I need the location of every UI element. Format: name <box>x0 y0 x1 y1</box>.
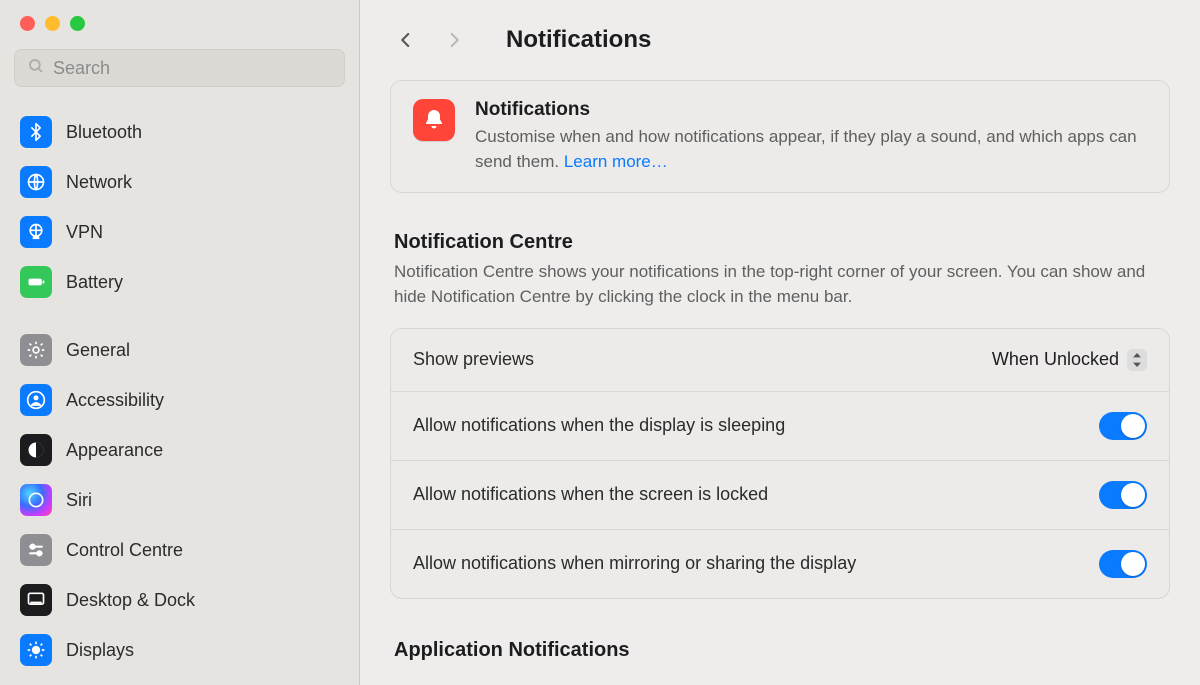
sidebar-item-label: Displays <box>66 640 134 661</box>
updown-icon <box>1127 349 1147 371</box>
minimize-window-button[interactable] <box>45 16 60 31</box>
row-allow-locked: Allow notifications when the screen is l… <box>391 461 1169 530</box>
sidebar-item-label: Control Centre <box>66 540 183 561</box>
sidebar-item-label: General <box>66 340 130 361</box>
sidebar-item-label: Accessibility <box>66 390 164 411</box>
header: Notifications <box>390 18 1170 80</box>
allow-locked-label: Allow notifications when the screen is l… <box>413 484 768 505</box>
globe-icon <box>20 166 52 198</box>
sidebar-item-label: Desktop & Dock <box>66 590 195 611</box>
globe-lock-icon <box>20 216 52 248</box>
allow-mirroring-toggle[interactable] <box>1099 550 1147 578</box>
sidebar-item-general[interactable]: General <box>0 325 359 375</box>
notification-centre-heading: Notification Centre <box>394 231 1166 254</box>
intro-card: Notifications Customise when and how not… <box>390 80 1170 193</box>
zoom-window-button[interactable] <box>70 16 85 31</box>
sidebar: Bluetooth Network VPN Battery General Access… <box>0 0 360 685</box>
allow-sleeping-label: Allow notifications when the display is … <box>413 415 785 436</box>
search-icon <box>27 57 45 80</box>
row-show-previews: Show previews When Unlocked <box>391 329 1169 392</box>
allow-locked-toggle[interactable] <box>1099 481 1147 509</box>
person-icon <box>20 384 52 416</box>
search-input[interactable] <box>53 58 332 79</box>
sidebar-item-battery[interactable]: Battery <box>0 257 359 307</box>
sidebar-item-accessibility[interactable]: Accessibility <box>0 375 359 425</box>
bell-icon <box>413 99 455 141</box>
gear-icon <box>20 334 52 366</box>
contrast-icon <box>20 434 52 466</box>
sidebar-item-label: Network <box>66 172 132 193</box>
show-previews-value: When Unlocked <box>992 349 1119 370</box>
sidebar-item-siri[interactable]: Siri <box>0 475 359 525</box>
settings-card: Show previews When Unlocked Allow notifi… <box>390 328 1170 599</box>
main-content: Notifications Notifications Customise wh… <box>360 0 1200 685</box>
notification-centre-desc: Notification Centre shows your notificat… <box>394 260 1166 309</box>
sidebar-item-label: Battery <box>66 272 123 293</box>
window-controls <box>0 16 359 49</box>
sidebar-item-desktopdock[interactable]: Desktop & Dock <box>0 575 359 625</box>
sidebar-list: Bluetooth Network VPN Battery General Access… <box>0 101 359 685</box>
application-notifications-heading: Application Notifications <box>394 639 1166 662</box>
close-window-button[interactable] <box>20 16 35 31</box>
sidebar-item-displays[interactable]: Displays <box>0 625 359 675</box>
sidebar-item-label: Bluetooth <box>66 122 142 143</box>
show-previews-select[interactable]: When Unlocked <box>992 349 1147 371</box>
page-title: Notifications <box>506 26 651 54</box>
forward-button[interactable] <box>440 26 468 54</box>
sun-icon <box>20 634 52 666</box>
sidebar-item-vpn[interactable]: VPN <box>0 207 359 257</box>
switches-icon <box>20 534 52 566</box>
dock-icon <box>20 584 52 616</box>
sidebar-item-label: Appearance <box>66 440 163 461</box>
sidebar-item-appearance[interactable]: Appearance <box>0 425 359 475</box>
sidebar-item-bluetooth[interactable]: Bluetooth <box>0 107 359 157</box>
siri-icon <box>20 484 52 516</box>
row-allow-mirroring: Allow notifications when mirroring or sh… <box>391 530 1169 598</box>
intro-body: Customise when and how notifications app… <box>475 125 1147 174</box>
show-previews-label: Show previews <box>413 349 534 370</box>
allow-mirroring-label: Allow notifications when mirroring or sh… <box>413 553 856 574</box>
intro-heading: Notifications <box>475 99 1147 121</box>
allow-sleeping-toggle[interactable] <box>1099 412 1147 440</box>
search-field[interactable] <box>14 49 345 87</box>
sidebar-item-label: Siri <box>66 490 92 511</box>
back-button[interactable] <box>392 26 420 54</box>
bluetooth-icon <box>20 116 52 148</box>
sidebar-item-network[interactable]: Network <box>0 157 359 207</box>
sidebar-item-controlcentre[interactable]: Control Centre <box>0 525 359 575</box>
battery-icon <box>20 266 52 298</box>
learn-more-link[interactable]: Learn more… <box>564 152 668 171</box>
row-allow-sleeping: Allow notifications when the display is … <box>391 392 1169 461</box>
sidebar-item-label: VPN <box>66 222 103 243</box>
